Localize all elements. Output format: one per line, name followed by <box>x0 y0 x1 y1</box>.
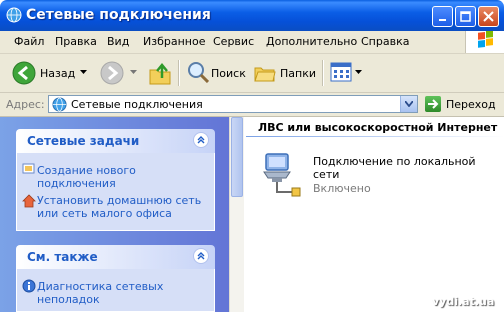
close-icon <box>483 11 494 22</box>
task-pane: Сетевые задачи Создание нового подключен… <box>0 117 229 312</box>
connection-item-lan[interactable]: Подключение по локальной сети Включено <box>256 146 486 202</box>
connection-status: Включено <box>313 182 371 195</box>
windows-logo <box>465 30 504 53</box>
scrollbar-thumb[interactable] <box>231 117 243 197</box>
back-dropdown-icon[interactable] <box>80 70 87 75</box>
vertical-scrollbar[interactable] <box>229 117 244 312</box>
windows-flag-icon <box>478 30 493 48</box>
close-button[interactable] <box>478 6 499 27</box>
address-value: Сетевые подключения <box>71 98 203 111</box>
go-button[interactable] <box>425 96 441 112</box>
address-input[interactable]: Сетевые подключения <box>48 95 418 113</box>
folders-button[interactable]: Папки <box>252 60 316 86</box>
collapse-see-also-button[interactable] <box>193 248 209 264</box>
maximize-icon <box>460 11 471 22</box>
forward-dropdown-icon[interactable] <box>130 70 137 75</box>
address-bar: Адрес: Сетевые подключения Переход <box>0 93 504 117</box>
folders-label: Папки <box>280 67 316 80</box>
task-network-diagnostics[interactable]: Диагностика сетевых неполадок <box>37 280 212 306</box>
back-arrow-icon <box>12 61 36 85</box>
back-label: Назад <box>40 67 76 80</box>
menu-edit[interactable]: Правка <box>55 35 97 48</box>
lan-connection-icon <box>263 153 301 197</box>
info-icon <box>22 279 36 293</box>
views-button[interactable] <box>330 61 364 85</box>
forward-arrow-icon <box>100 61 124 85</box>
window-title: Сетевые подключения <box>26 7 211 23</box>
network-tasks-title: Сетевые задачи <box>27 134 140 148</box>
search-button[interactable]: Поиск <box>185 60 246 86</box>
go-label[interactable]: Переход <box>446 98 496 111</box>
folders-icon <box>254 67 276 82</box>
maximize-button[interactable] <box>455 6 476 27</box>
network-connections-icon <box>6 7 22 23</box>
see-also-title: См. также <box>27 250 98 264</box>
connection-name: Подключение по локальной сети <box>313 155 476 181</box>
address-label: Адрес: <box>6 98 45 111</box>
search-label: Поиск <box>211 67 246 80</box>
go-arrow-icon <box>428 99 439 109</box>
new-connection-icon <box>22 163 35 174</box>
task-setup-home-network[interactable]: Установить домашнюю сеть или сеть малого… <box>37 194 212 220</box>
up-folder-button[interactable] <box>148 62 172 86</box>
search-icon <box>188 62 209 83</box>
title-bar[interactable]: Сетевые подключения <box>0 0 504 31</box>
menu-help[interactable]: Справка <box>361 35 409 48</box>
collapse-network-tasks-button[interactable] <box>193 132 209 148</box>
forward-button[interactable] <box>100 60 137 86</box>
views-dropdown-icon <box>355 70 362 74</box>
address-dropdown-button[interactable] <box>400 96 417 112</box>
menu-tools[interactable]: Сервис <box>213 35 254 48</box>
watermark: vydi.at.ua <box>432 295 495 308</box>
chevron-up-double-icon <box>197 252 205 260</box>
minimize-button[interactable] <box>432 6 453 27</box>
back-button[interactable]: Назад <box>10 60 87 86</box>
network-connections-icon <box>52 97 67 112</box>
folder-up-icon <box>149 63 171 85</box>
menu-file[interactable]: Файл <box>14 35 44 48</box>
chevron-up-double-icon <box>197 136 205 144</box>
menu-favorites[interactable]: Избранное <box>143 35 205 48</box>
group-header: ЛВС или высокоскоростной Интернет <box>258 121 498 134</box>
toolbar: Назад Поиск Папки <box>0 54 504 93</box>
home-network-icon <box>22 194 36 208</box>
minimize-icon <box>438 18 446 21</box>
menu-advanced[interactable]: Дополнительно <box>266 35 357 48</box>
task-create-connection[interactable]: Создание нового подключения <box>37 164 212 190</box>
chevron-down-icon <box>405 101 413 107</box>
see-also-header[interactable]: См. также <box>16 245 215 269</box>
network-tasks-header[interactable]: Сетевые задачи <box>16 129 215 153</box>
network-tasks-body: Создание нового подключения Установить д… <box>16 153 215 231</box>
views-icon <box>330 62 352 82</box>
menu-bar: Файл Правка Вид Избранное Сервис Дополни… <box>0 30 504 54</box>
see-also-body: Диагностика сетевых неполадок <box>16 269 215 312</box>
menu-view[interactable]: Вид <box>107 35 129 48</box>
group-divider <box>246 136 504 137</box>
